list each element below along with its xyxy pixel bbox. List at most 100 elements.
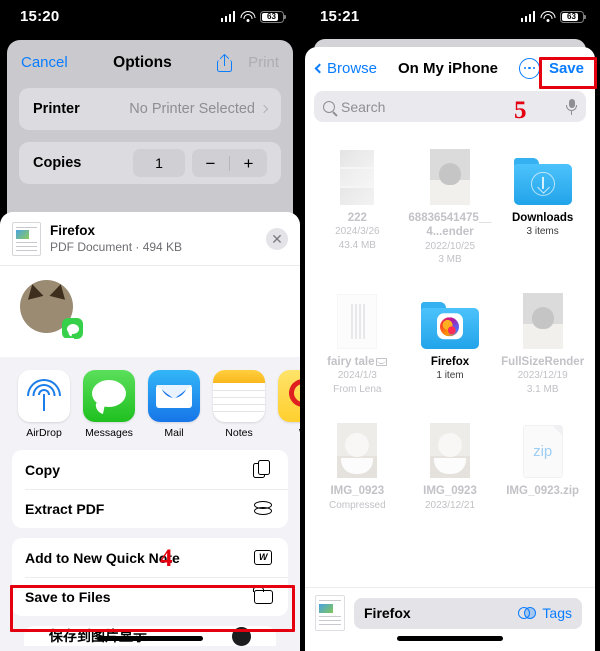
- left-screenshot-panel: 15:20 63 Cancel Options Print Printer No…: [0, 0, 300, 651]
- print-nav-bar: Cancel Options Print: [7, 40, 293, 85]
- file-meta-date: 2023/12/19: [517, 370, 568, 382]
- more-circle-icon[interactable]: [518, 57, 540, 79]
- partial-action-icon: [232, 626, 251, 646]
- cancel-button[interactable]: Cancel: [21, 54, 68, 71]
- share-document-text: Firefox PDF Document · 494 KB: [50, 223, 182, 255]
- copies-decrement-button[interactable]: −: [192, 155, 229, 172]
- file-name-text: fairy tale: [327, 355, 375, 368]
- filename-value: Firefox: [364, 605, 411, 621]
- folder-icon: [420, 301, 479, 349]
- filename-input[interactable]: Firefox Tags: [354, 597, 582, 629]
- folder-item-count: 1 item: [436, 370, 464, 382]
- printer-row[interactable]: Printer No Printer Selected: [19, 88, 281, 130]
- file-name: 222: [347, 212, 367, 224]
- document-subtitle: PDF Document · 494 KB: [50, 239, 183, 254]
- copies-label: Copies: [33, 155, 82, 171]
- folder-name: Firefox: [430, 355, 470, 368]
- file-thumbnail: [313, 410, 402, 479]
- share-actions-group-2: Add to New Quick Note Save to Files: [12, 538, 288, 616]
- browse-label: Browse: [327, 59, 378, 77]
- tags-label: Tags: [542, 605, 572, 621]
- folder-item-downloads[interactable]: Downloads 3 items: [496, 133, 589, 271]
- photo-thumbnail-icon: [429, 149, 470, 205]
- file-meta-size: 3.1 MB: [526, 383, 559, 395]
- file-item[interactable]: IMG_0923 Compressed: [311, 406, 404, 516]
- share-target-mail[interactable]: Mail: [148, 370, 200, 439]
- printer-label: Printer: [33, 101, 80, 117]
- file-grid: 222 2024/3/26 43.4 MB 68836541475__4...e…: [305, 129, 595, 516]
- search-input[interactable]: Search: [314, 91, 586, 122]
- wifi-icon: [240, 11, 255, 22]
- cellular-signal-icon: [220, 11, 235, 22]
- file-item[interactable]: IMG_0923 2023/12/21: [404, 406, 497, 516]
- copies-stepper: 1 − +: [133, 149, 267, 177]
- right-screenshot-panel: 15:21 63 Browse On My iPhone Save Search…: [300, 0, 600, 651]
- mail-icon: [148, 370, 200, 422]
- file-thumbnail: [406, 137, 495, 205]
- share-target-messages[interactable]: Messages: [83, 370, 135, 439]
- close-icon[interactable]: ✕: [266, 228, 288, 250]
- file-thumbnail: [313, 281, 402, 349]
- download-arrow-icon: [530, 171, 555, 196]
- file-item[interactable]: 222 2024/3/26 43.4 MB: [311, 133, 404, 271]
- chevron-right-icon: [259, 104, 269, 114]
- copies-card: Copies 1 − +: [19, 142, 281, 184]
- tags-button[interactable]: Tags: [518, 605, 572, 621]
- share-target-airdrop[interactable]: AirDrop: [18, 370, 70, 439]
- page-title: Options: [113, 53, 172, 71]
- folder-icon: [253, 586, 275, 607]
- action-copy[interactable]: Copy: [12, 450, 288, 489]
- document-thumbnail: [12, 222, 41, 256]
- status-indicators: 63: [520, 10, 586, 23]
- file-name: 68836541475__4...ender: [408, 212, 492, 239]
- home-indicator: [97, 636, 203, 641]
- tags-icon: [518, 607, 537, 619]
- share-target-wechat[interactable]: W: [278, 370, 300, 439]
- folder-item-firefox[interactable]: Firefox 1 item: [404, 277, 497, 400]
- share-target-label: Messages: [85, 427, 133, 439]
- contact-name-redacted: [6, 338, 74, 355]
- share-target-notes[interactable]: Notes: [213, 370, 265, 439]
- file-name: FullSizeRender: [501, 355, 585, 368]
- browse-back-button[interactable]: Browse: [314, 59, 378, 77]
- share-actions: Copy Extract PDF Add to New Quick Note S: [12, 450, 288, 646]
- file-thumbnail: [498, 281, 587, 349]
- suggested-contacts-row: [0, 265, 300, 357]
- home-indicator: [397, 636, 503, 641]
- action-label: Save to Files: [25, 588, 111, 605]
- photo-thumbnail-icon: [340, 150, 375, 205]
- action-save-to-files[interactable]: Save to Files: [12, 577, 288, 616]
- file-meta-size: 43.4 MB: [338, 239, 376, 251]
- save-button[interactable]: Save: [549, 60, 584, 77]
- action-extract-pdf[interactable]: Extract PDF: [12, 489, 288, 528]
- file-name: IMG_0923: [423, 485, 477, 498]
- print-button[interactable]: Print: [248, 54, 279, 71]
- wechat-icon: [278, 370, 300, 422]
- file-meta-source: From Lena: [333, 383, 382, 395]
- photo-thumbnail-icon: [429, 423, 470, 479]
- share-target-label: Mail: [164, 427, 184, 439]
- battery-level: 63: [567, 11, 576, 21]
- save-filename-bar: Firefox Tags: [305, 587, 595, 651]
- file-item[interactable]: FullSizeRender 2023/12/19 3.1 MB: [496, 277, 589, 400]
- copies-increment-button[interactable]: +: [230, 155, 267, 172]
- file-meta-date: 2022/10/25: [424, 240, 476, 252]
- files-picker-sheet: Browse On My iPhone Save Search 222 2024…: [305, 47, 595, 651]
- file-thumbnail: zip: [498, 410, 587, 479]
- microphone-icon[interactable]: [566, 98, 577, 115]
- status-bar-left: 15:20 63: [0, 0, 300, 33]
- folder-thumbnail: [498, 137, 587, 205]
- search-placeholder: Search: [341, 98, 386, 115]
- wifi-icon: [540, 11, 555, 22]
- share-target-label: AirDrop: [26, 427, 62, 439]
- file-item[interactable]: 68836541475__4...ender 2022/10/25 3 MB: [404, 133, 497, 271]
- share-icon[interactable]: [217, 53, 233, 72]
- copies-count: 1: [133, 149, 185, 177]
- file-item[interactable]: fairy tale 2024/1/3 From Lena: [311, 277, 404, 400]
- folder-icon: [513, 158, 572, 205]
- action-label: Add to New Quick Note: [25, 549, 180, 566]
- print-nav-actions: Print: [217, 53, 279, 72]
- action-add-quick-note[interactable]: Add to New Quick Note: [12, 538, 288, 577]
- file-item[interactable]: zip IMG_0923.zip: [496, 406, 589, 516]
- printer-card: Printer No Printer Selected: [19, 88, 281, 130]
